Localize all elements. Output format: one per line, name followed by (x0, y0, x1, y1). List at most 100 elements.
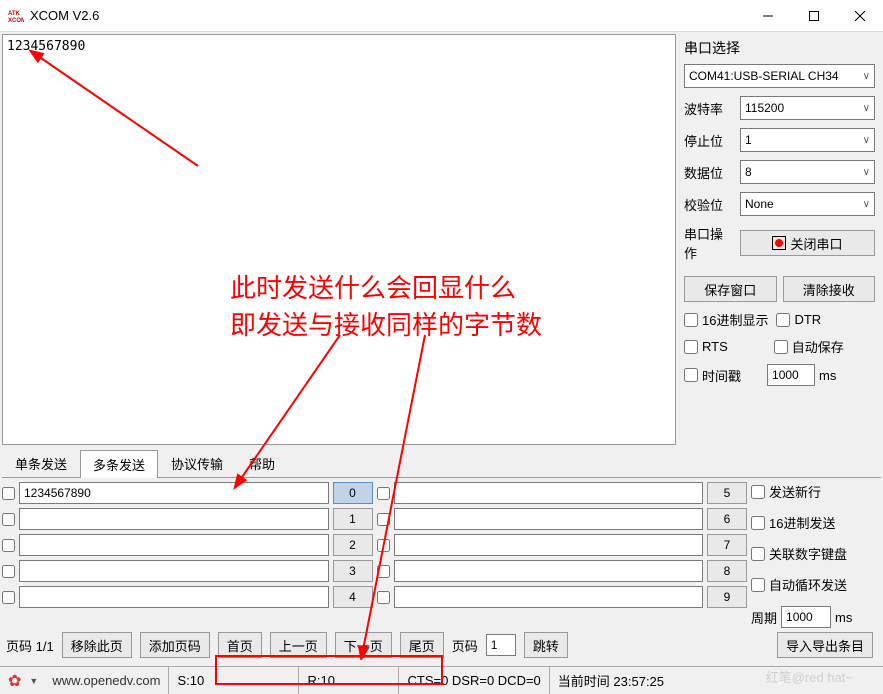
send-input-1[interactable] (19, 508, 329, 530)
page-info: 页码 1/1 (6, 636, 54, 655)
save-window-button[interactable]: 保存窗口 (684, 276, 777, 302)
timestamp-input[interactable] (767, 364, 815, 386)
send-options: 发送新行 16进制发送 关联数字键盘 自动循环发送 周期ms (751, 482, 881, 628)
goto-button[interactable]: 跳转 (524, 632, 568, 658)
add-page-button[interactable]: 添加页码 (140, 632, 210, 658)
goto-input[interactable] (486, 634, 516, 656)
send-input-5[interactable] (394, 482, 704, 504)
last-page-button[interactable]: 尾页 (400, 632, 444, 658)
hex-display-label: 16进制显示 (702, 310, 768, 329)
send-input-9[interactable] (394, 586, 704, 608)
first-page-button[interactable]: 首页 (218, 632, 262, 658)
period-label: 周期 (751, 608, 777, 627)
numpad-checkbox[interactable] (751, 547, 765, 561)
next-page-button[interactable]: 下一页 (335, 632, 392, 658)
newline-checkbox[interactable] (751, 485, 765, 499)
baud-combo[interactable]: 115200∨ (740, 96, 875, 120)
chevron-down-icon: ∨ (863, 135, 874, 146)
send-input-3[interactable] (19, 560, 329, 582)
main-area: 1234567890 串口选择 COM41:USB-SERIAL CH34∨ 波… (0, 32, 883, 447)
sidebar: 串口选择 COM41:USB-SERIAL CH34∨ 波特率115200∨ 停… (678, 32, 883, 447)
tab-help[interactable]: 帮助 (236, 449, 288, 477)
send-input-7[interactable] (394, 534, 704, 556)
close-port-button[interactable]: 关闭串口 (740, 230, 875, 256)
output-text: 1234567890 (7, 39, 85, 54)
hex-display-checkbox[interactable] (684, 313, 698, 327)
send-check-8[interactable] (377, 565, 390, 578)
rts-checkbox[interactable] (684, 340, 698, 354)
remove-page-button[interactable]: 移除此页 (62, 632, 132, 658)
status-url[interactable]: www.openedv.com (44, 667, 169, 694)
status-cts: CTS=0 DSR=0 DCD=0 (399, 667, 549, 694)
export-button[interactable]: 导入导出条目 (777, 632, 873, 658)
tab-protocol[interactable]: 协议传输 (158, 449, 236, 477)
dtr-checkbox[interactable] (776, 313, 790, 327)
port-select-combo[interactable]: COM41:USB-SERIAL CH34∨ (684, 64, 875, 88)
tab-single-send[interactable]: 单条发送 (2, 449, 80, 477)
newline-label: 发送新行 (769, 482, 821, 501)
send-btn-1[interactable]: 1 (333, 508, 373, 530)
send-btn-2[interactable]: 2 (333, 534, 373, 556)
maximize-button[interactable] (791, 0, 837, 31)
prev-page-button[interactable]: 上一页 (270, 632, 327, 658)
timestamp-checkbox[interactable] (684, 368, 698, 382)
numpad-label: 关联数字键盘 (769, 544, 847, 563)
send-col-right: 5 6 7 8 9 (377, 482, 748, 628)
status-recv: R:10 (299, 667, 399, 694)
op-label: 串口操作 (684, 224, 732, 262)
send-check-0[interactable] (2, 487, 15, 500)
minimize-button[interactable] (745, 0, 791, 31)
send-check-3[interactable] (2, 565, 15, 578)
send-input-0[interactable] (19, 482, 329, 504)
gear-icon[interactable]: ✿ (0, 671, 29, 691)
timestamp-label: 时间戳 (702, 366, 741, 385)
send-input-8[interactable] (394, 560, 704, 582)
send-check-2[interactable] (2, 539, 15, 552)
hexsend-checkbox[interactable] (751, 516, 765, 530)
status-time: 当前时间 23:57:25 (550, 667, 672, 694)
stop-combo[interactable]: 1∨ (740, 128, 875, 152)
send-input-2[interactable] (19, 534, 329, 556)
send-input-4[interactable] (19, 586, 329, 608)
hexsend-label: 16进制发送 (769, 513, 835, 532)
chevron-down-icon: ∨ (863, 167, 874, 178)
send-btn-9[interactable]: 9 (707, 586, 747, 608)
send-input-6[interactable] (394, 508, 704, 530)
send-btn-6[interactable]: 6 (707, 508, 747, 530)
app-logo-icon: ATKXCOM (8, 8, 24, 24)
send-btn-7[interactable]: 7 (707, 534, 747, 556)
send-check-6[interactable] (377, 513, 390, 526)
rts-label: RTS (702, 339, 728, 354)
port-select-label: 串口选择 (684, 38, 875, 58)
send-btn-5[interactable]: 5 (707, 482, 747, 504)
parity-label: 校验位 (684, 195, 732, 214)
send-btn-0[interactable]: 0 (333, 482, 373, 504)
period-input[interactable] (781, 606, 831, 628)
send-check-7[interactable] (377, 539, 390, 552)
parity-combo[interactable]: None∨ (740, 192, 875, 216)
data-combo[interactable]: 8∨ (740, 160, 875, 184)
titlebar: ATKXCOM XCOM V2.6 (0, 0, 883, 32)
dropdown-icon[interactable]: ▼ (29, 676, 44, 686)
send-check-1[interactable] (2, 513, 15, 526)
send-col-left: 0 1 2 3 4 (2, 482, 373, 628)
send-grid: 0 1 2 3 4 5 6 7 8 9 发送新行 16进制发送 关联数字键盘 自… (2, 482, 881, 628)
autosave-checkbox[interactable] (774, 340, 788, 354)
autoloop-checkbox[interactable] (751, 578, 765, 592)
svg-text:XCOM: XCOM (8, 18, 24, 24)
dtr-label: DTR (794, 312, 821, 327)
send-check-4[interactable] (2, 591, 15, 604)
send-btn-8[interactable]: 8 (707, 560, 747, 582)
tab-multi-send[interactable]: 多条发送 (80, 450, 158, 478)
clear-recv-button[interactable]: 清除接收 (783, 276, 876, 302)
send-btn-4[interactable]: 4 (333, 586, 373, 608)
send-check-5[interactable] (377, 487, 390, 500)
send-btn-3[interactable]: 3 (333, 560, 373, 582)
send-check-9[interactable] (377, 591, 390, 604)
record-icon (772, 236, 786, 250)
output-pane[interactable]: 1234567890 (2, 34, 676, 445)
data-label: 数据位 (684, 163, 732, 182)
close-button[interactable] (837, 0, 883, 31)
page-bar: 页码 1/1 移除此页 添加页码 首页 上一页 下一页 尾页 页码 跳转 导入导… (6, 632, 877, 658)
stop-label: 停止位 (684, 131, 732, 150)
